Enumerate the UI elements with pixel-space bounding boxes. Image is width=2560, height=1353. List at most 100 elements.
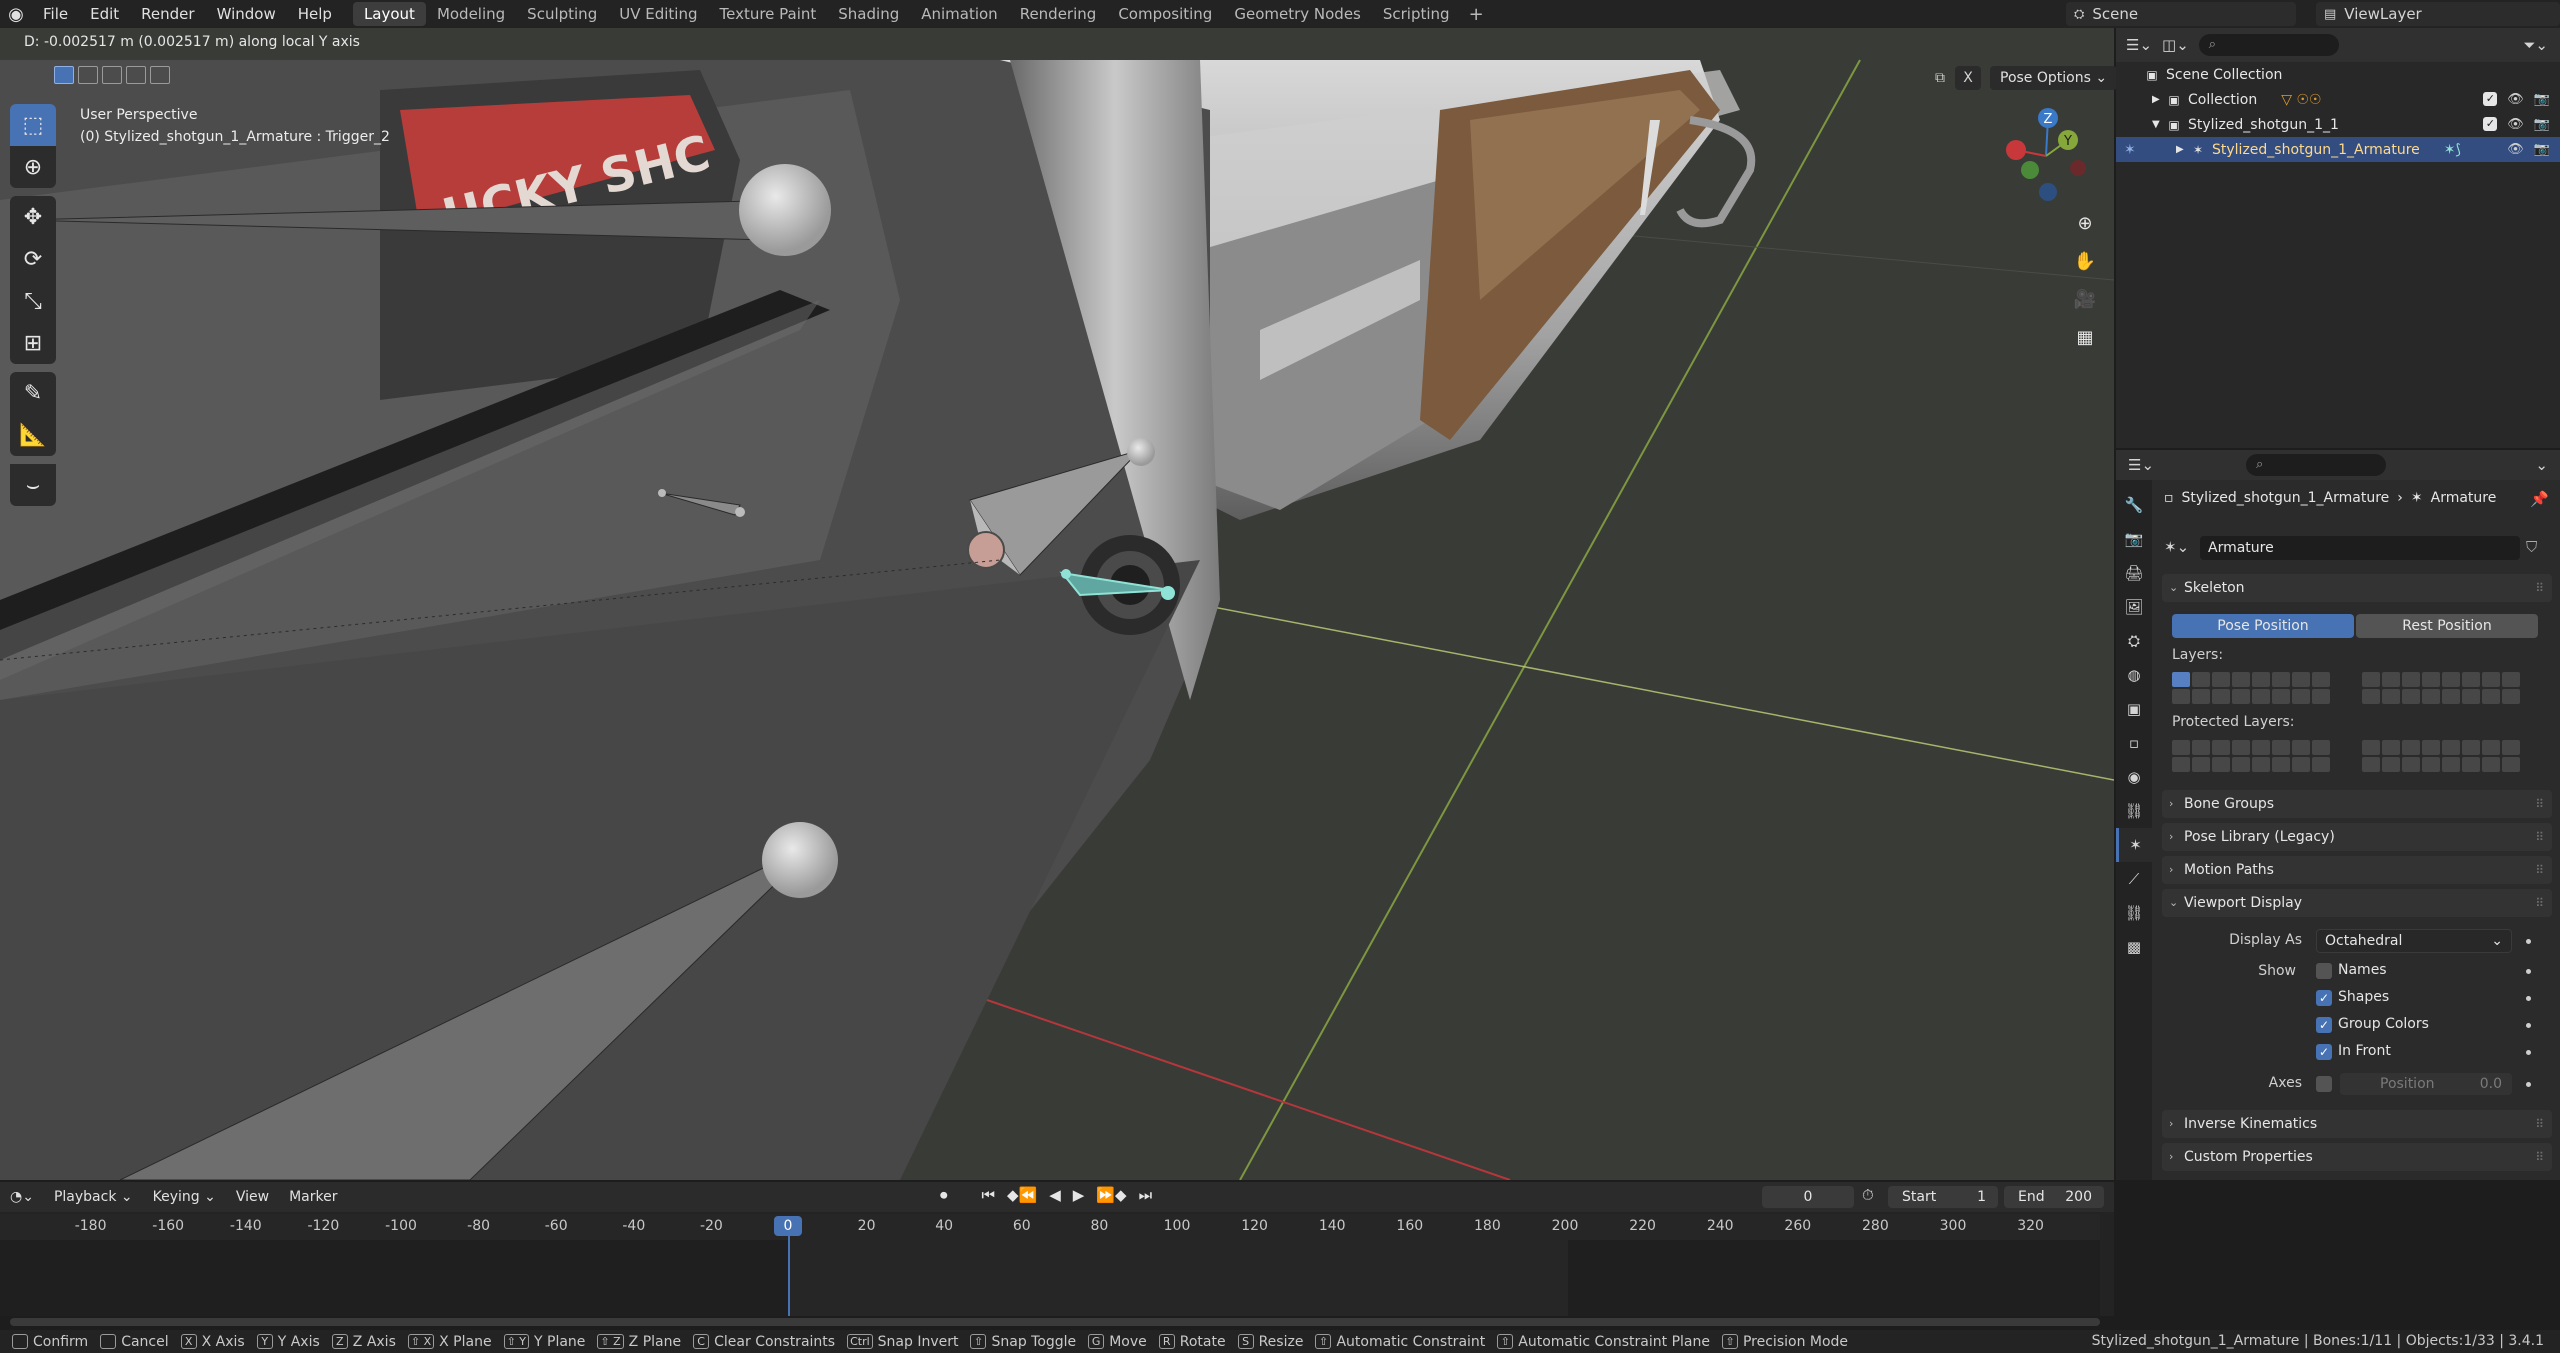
pan-hand-icon[interactable]: ✋ bbox=[2068, 244, 2102, 278]
current-frame-field[interactable]: 0 bbox=[1762, 1186, 1854, 1208]
keyframe-dot-icon[interactable] bbox=[2526, 939, 2531, 944]
camera-view-icon[interactable]: 🎥 bbox=[2068, 282, 2102, 316]
jump-start-icon[interactable]: ⏮ bbox=[982, 1186, 996, 1204]
select-subtract-icon[interactable] bbox=[102, 66, 122, 84]
blender-logo-icon[interactable]: ◉ bbox=[0, 0, 32, 28]
rest-position-button[interactable]: Rest Position bbox=[2356, 614, 2538, 638]
properties-options-icon[interactable]: ⌄ bbox=[2535, 456, 2548, 474]
bone-layers-grid-1[interactable] bbox=[2172, 672, 2330, 704]
menu-window[interactable]: Window bbox=[206, 0, 287, 28]
exclude-checkbox[interactable]: ✓ bbox=[2483, 117, 2498, 131]
pin-icon[interactable]: 📌 bbox=[2530, 490, 2549, 508]
protected-layers-grid-1[interactable] bbox=[2172, 740, 2330, 772]
collection-tab-icon[interactable]: ▣ bbox=[2116, 692, 2152, 726]
select-intersect-icon[interactable] bbox=[150, 66, 170, 84]
select-box-tool-icon[interactable]: ⬚ bbox=[10, 104, 56, 146]
menu-file[interactable]: File bbox=[32, 0, 79, 28]
protected-layers-grid-2[interactable] bbox=[2362, 740, 2520, 772]
viewport-display-panel-header[interactable]: ⌄ Viewport Display ⠿ bbox=[2162, 889, 2552, 917]
tab-rendering[interactable]: Rendering bbox=[1009, 2, 1108, 26]
transform-tool-icon[interactable]: ⊞ bbox=[10, 322, 56, 364]
select-new-icon[interactable] bbox=[54, 66, 74, 84]
outliner-editor-type-icon[interactable]: ☰⌄ bbox=[2126, 36, 2152, 54]
drag-handle-icon[interactable]: ⠿ bbox=[2535, 823, 2544, 851]
bone-groups-panel-header[interactable]: › Bone Groups ⠿ bbox=[2162, 790, 2552, 818]
zoom-icon[interactable]: ⊕ bbox=[2068, 206, 2102, 240]
drag-handle-icon[interactable]: ⠿ bbox=[2535, 1110, 2544, 1138]
keyframe-dot-icon[interactable] bbox=[2526, 1050, 2531, 1055]
world-tab-icon[interactable]: ◍ bbox=[2116, 658, 2152, 692]
navigation-gizmo[interactable]: Z Y bbox=[1996, 104, 2096, 204]
keyframe-dot-icon[interactable] bbox=[2526, 1082, 2531, 1087]
measure-tool-icon[interactable]: 📐 bbox=[10, 414, 56, 456]
menu-edit[interactable]: Edit bbox=[79, 0, 130, 28]
render-camera-icon[interactable]: 📷 bbox=[2534, 142, 2550, 157]
pose-library-panel-header[interactable]: › Pose Library (Legacy) ⠿ bbox=[2162, 823, 2552, 851]
menu-help[interactable]: Help bbox=[287, 0, 343, 28]
playhead-line[interactable] bbox=[788, 1236, 790, 1316]
render-camera-icon[interactable]: 📷 bbox=[2534, 117, 2550, 132]
render-camera-icon[interactable]: 📷 bbox=[2534, 92, 2550, 107]
properties-editor-type-icon[interactable]: ☰⌄ bbox=[2128, 456, 2154, 474]
tab-uv-editing[interactable]: UV Editing bbox=[608, 2, 708, 26]
view-layer-selector[interactable]: ▤ ViewLayer bbox=[2316, 2, 2560, 26]
drag-handle-icon[interactable]: ⠿ bbox=[2535, 856, 2544, 884]
transform-pivot-icon[interactable]: ⧉ bbox=[1928, 66, 1952, 90]
outliner-row-collection[interactable]: ▶ ▣ Collection ▽ ☉☉ ✓ 👁 📷 bbox=[2116, 87, 2560, 112]
keying-menu[interactable]: Keying ⌄ bbox=[143, 1189, 226, 1205]
drag-handle-icon[interactable]: ⠿ bbox=[2535, 1143, 2544, 1171]
bone-selected-joint[interactable] bbox=[967, 531, 1005, 569]
tab-compositing[interactable]: Compositing bbox=[1107, 2, 1223, 26]
physics-tab-icon[interactable]: ◉ bbox=[2116, 760, 2152, 794]
axes-checkbox[interactable] bbox=[2316, 1076, 2332, 1092]
jump-end-icon[interactable]: ⏭ bbox=[1139, 1186, 1153, 1204]
cursor-tool-icon[interactable]: ⊕ bbox=[10, 146, 56, 188]
keyframe-dot-icon[interactable] bbox=[2526, 1023, 2531, 1028]
skeleton-panel-header[interactable]: ⌄ Skeleton ⠿ bbox=[2162, 574, 2552, 602]
custom-properties-panel-header[interactable]: › Custom Properties ⠿ bbox=[2162, 1143, 2552, 1171]
drag-handle-icon[interactable]: ⠿ bbox=[2535, 889, 2544, 917]
perspective-toggle-icon[interactable]: ▦ bbox=[2068, 320, 2102, 354]
timeline-scrollbar[interactable] bbox=[10, 1318, 2100, 1326]
collapse-arrow-icon[interactable]: ▼ bbox=[2152, 119, 2166, 130]
add-workspace-button[interactable]: + bbox=[1461, 4, 1492, 25]
playhead-frame-indicator[interactable]: 0 bbox=[774, 1216, 802, 1236]
bone-tab-icon[interactable]: ⟋ bbox=[2116, 862, 2152, 896]
visibility-eye-icon[interactable]: 👁 bbox=[2507, 142, 2524, 157]
inverse-kinematics-panel-header[interactable]: › Inverse Kinematics ⠿ bbox=[2162, 1110, 2552, 1138]
axes-position-field[interactable]: Position 0.0 bbox=[2340, 1073, 2512, 1095]
object-tab-icon[interactable]: ▫ bbox=[2116, 726, 2152, 760]
pose-position-button[interactable]: Pose Position bbox=[2172, 614, 2354, 638]
record-button-icon[interactable]: ⏺ bbox=[940, 1186, 948, 1204]
filter-icon[interactable]: ⏷⌄ bbox=[2523, 36, 2548, 54]
exclude-checkbox[interactable]: ✓ bbox=[2483, 92, 2498, 106]
properties-search-input[interactable]: ⌕ bbox=[2246, 454, 2387, 476]
drag-handle-icon[interactable]: ⠿ bbox=[2535, 790, 2544, 818]
tab-layout[interactable]: Layout bbox=[352, 2, 426, 26]
play-icon[interactable]: ▶ bbox=[1073, 1186, 1085, 1204]
render-tab-icon[interactable]: 📷 bbox=[2116, 522, 2152, 556]
select-extend-icon[interactable] bbox=[78, 66, 98, 84]
scene-tab-icon[interactable]: ⛭ bbox=[2116, 624, 2152, 658]
playback-menu[interactable]: Playback ⌄ bbox=[44, 1189, 143, 1205]
scene-selector[interactable]: ⛭ Scene bbox=[2066, 2, 2296, 26]
select-invert-icon[interactable] bbox=[126, 66, 146, 84]
tab-modeling[interactable]: Modeling bbox=[426, 2, 516, 26]
timeline-editor-type-icon[interactable]: ◔⌄ bbox=[0, 1189, 44, 1205]
bone-constraints-tab-icon[interactable]: ⛓ bbox=[2116, 896, 2152, 930]
prev-keyframe-icon[interactable]: ◆⏪ bbox=[1007, 1186, 1037, 1204]
view-layer-tab-icon[interactable]: 🖼 bbox=[2116, 590, 2152, 624]
move-tool-icon[interactable]: ✥ bbox=[10, 196, 56, 238]
fake-user-shield-icon[interactable]: ⛉ bbox=[2526, 538, 2537, 556]
drag-handle-icon[interactable]: ⠿ bbox=[2535, 574, 2544, 602]
outliner-row-armature[interactable]: ✶ ▶ ✶ Stylized_shotgun_1_Armature ✶⟆ 👁 📷 bbox=[2116, 137, 2560, 162]
keyframe-dot-icon[interactable] bbox=[2526, 969, 2531, 974]
outliner-display-mode-icon[interactable]: ◫⌄ bbox=[2162, 36, 2189, 54]
scale-tool-icon[interactable]: ⤡ bbox=[10, 280, 56, 322]
display-as-dropdown[interactable]: Octahedral ⌄ bbox=[2316, 929, 2512, 953]
bone-size-tool-icon[interactable]: ⌣ bbox=[10, 464, 56, 506]
pose-mode-icon[interactable]: ✶ bbox=[2124, 142, 2136, 158]
group-colors-checkbox[interactable]: ✓ bbox=[2316, 1017, 2332, 1033]
tab-shading[interactable]: Shading bbox=[827, 2, 910, 26]
x-mirror-toggle[interactable]: X bbox=[1955, 66, 1981, 90]
